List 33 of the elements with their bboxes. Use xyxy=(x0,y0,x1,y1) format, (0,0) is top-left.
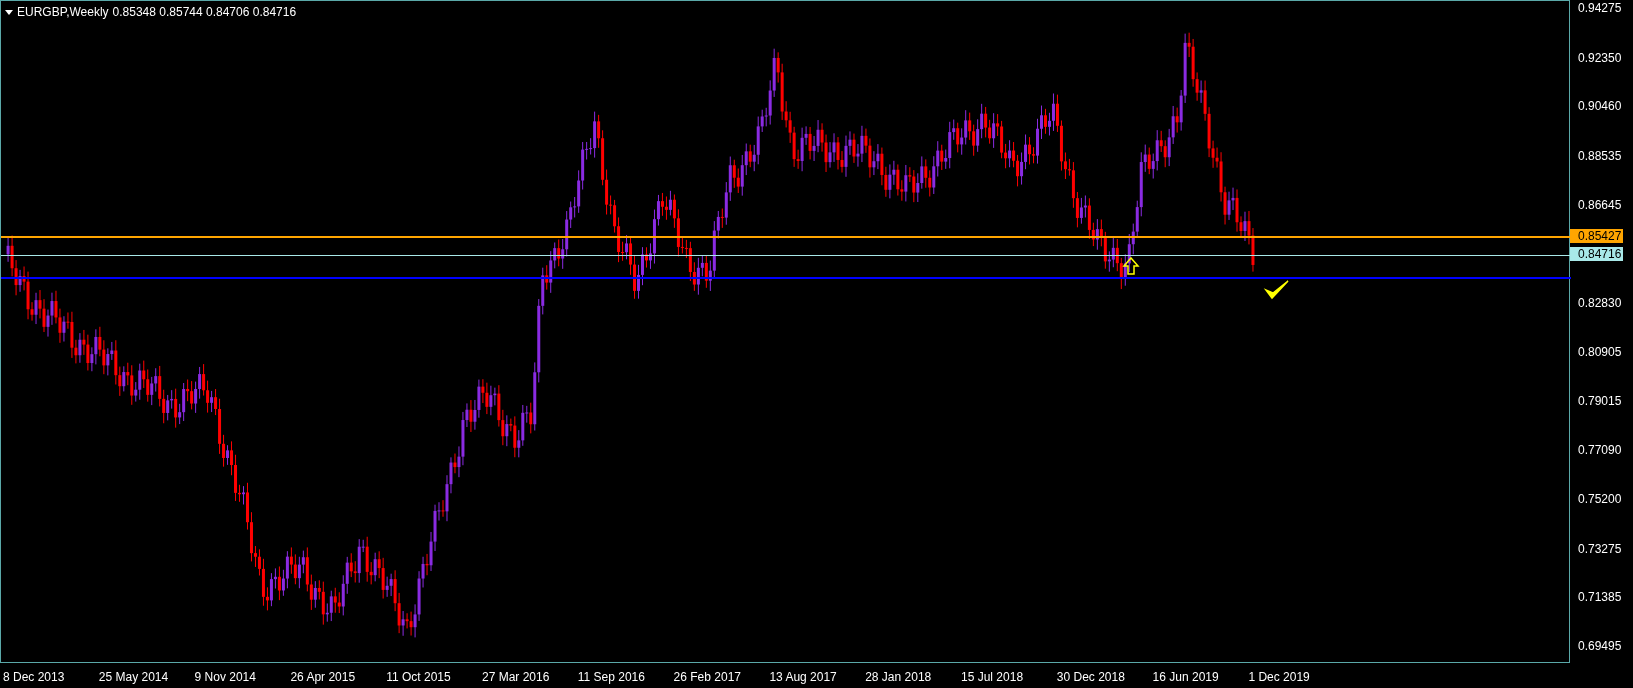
price-label: 0.69495 xyxy=(1578,638,1622,653)
up-arrow-icon xyxy=(1122,256,1140,275)
date-label: 8 Dec 2013 xyxy=(3,669,65,686)
date-label: 26 Apr 2015 xyxy=(290,669,356,686)
date-label: 16 Jun 2019 xyxy=(1152,669,1219,686)
price-label: 0.82830 xyxy=(1578,295,1622,310)
date-label: 26 Feb 2017 xyxy=(673,669,741,686)
date-label: 27 Mar 2016 xyxy=(482,669,550,686)
date-label: 25 May 2014 xyxy=(98,669,169,686)
price-label: 0.79015 xyxy=(1578,393,1622,408)
price-tag: 0.84716 xyxy=(1570,247,1624,262)
caret-icon[interactable] xyxy=(5,9,13,15)
price-label: 0.80905 xyxy=(1578,345,1622,360)
price-label: 0.77090 xyxy=(1578,443,1622,458)
price-label: 0.88535 xyxy=(1578,149,1622,163)
symbol-label: EURGBP,Weekly xyxy=(17,4,109,21)
price-label: 0.86645 xyxy=(1578,197,1622,212)
quote-values: 0.85348 0.85744 0.84706 0.84716 xyxy=(112,4,297,21)
date-label: 28 Jan 2018 xyxy=(865,669,932,686)
date-label: 15 Jul 2018 xyxy=(961,669,1024,686)
date-label: 1 Dec 2019 xyxy=(1248,669,1310,686)
date-label: 13 Aug 2017 xyxy=(769,669,837,686)
date-label: 9 Nov 2014 xyxy=(194,669,256,686)
date-label: 30 Dec 2018 xyxy=(1056,669,1125,686)
date-label: 11 Oct 2015 xyxy=(386,669,451,686)
date-label: 11 Sep 2016 xyxy=(577,669,645,686)
price-label: 0.73275 xyxy=(1578,541,1622,556)
price-label: 0.90460 xyxy=(1578,99,1622,114)
price-label: 0.92350 xyxy=(1578,50,1622,65)
price-label: 0.94275 xyxy=(1578,1,1622,16)
price-label: 0.75200 xyxy=(1578,492,1622,507)
price-tag: 0.85427 xyxy=(1570,228,1624,243)
price-label: 0.71385 xyxy=(1578,590,1622,605)
